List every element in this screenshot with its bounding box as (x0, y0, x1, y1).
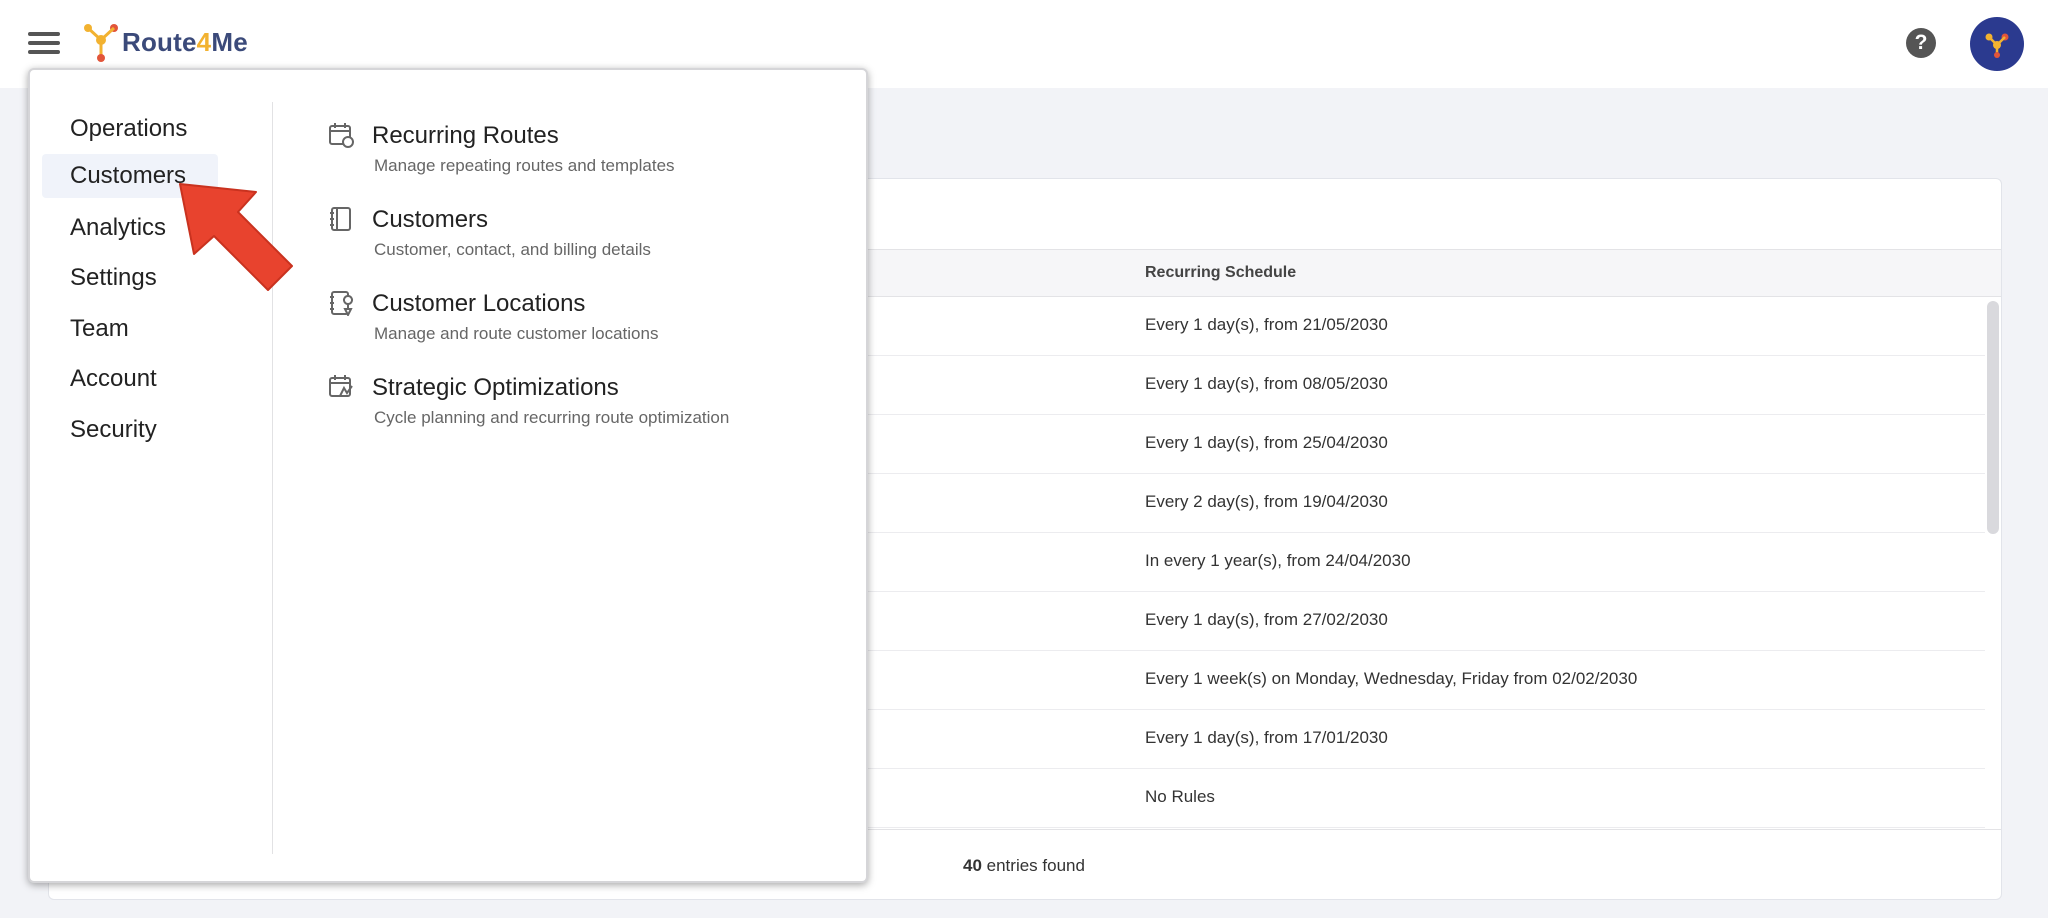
column-header-recurring-schedule[interactable]: Recurring Schedule (1145, 264, 1296, 282)
menu-item-customer-locations[interactable]: Customer Locations Manage and route cust… (328, 284, 848, 354)
menu-item-strategic-optimizations[interactable]: Strategic Optimizations Cycle planning a… (328, 368, 848, 438)
calendar-optimization-icon (329, 375, 353, 397)
help-icon[interactable]: ? (1906, 28, 1936, 58)
schedule-cell: No Rules (1145, 787, 1215, 806)
schedule-cell: Every 1 day(s), from 27/02/2030 (1145, 610, 1388, 629)
nav-item-operations[interactable]: Operations (42, 107, 218, 151)
logo-text: Route4Me (122, 26, 248, 57)
address-book-location-icon (330, 291, 353, 316)
route4me-logo[interactable]: Route4Me (82, 20, 248, 64)
red-pointer-arrow-icon (179, 183, 293, 291)
nav-item-team[interactable]: Team (42, 307, 218, 351)
table-scrollbar[interactable] (1987, 301, 1999, 534)
menu-item-description: Customer, contact, and billing details (374, 240, 651, 259)
route4me-avatar-icon (1985, 33, 2009, 58)
menu-item-customers[interactable]: Customers Customer, contact, and billing… (328, 200, 848, 270)
schedule-cell: Every 1 day(s), from 08/05/2030 (1145, 374, 1388, 393)
menu-item-title: Customer Locations (372, 290, 586, 317)
calendar-recurring-icon (329, 123, 354, 148)
address-book-icon (330, 207, 351, 231)
schedule-cell: Every 1 day(s), from 21/05/2030 (1145, 315, 1388, 334)
nav-item-account[interactable]: Account (42, 357, 218, 401)
schedule-cell: Every 1 day(s), from 17/01/2030 (1145, 728, 1388, 747)
menu-item-title: Recurring Routes (372, 122, 559, 149)
schedule-cell: Every 1 week(s) on Monday, Wednesday, Fr… (1145, 669, 1638, 688)
menu-item-recurring-routes[interactable]: Recurring Routes Manage repeating routes… (328, 116, 848, 186)
hamburger-icon[interactable] (28, 30, 62, 56)
menu-item-title: Customers (372, 206, 489, 233)
avatar[interactable] (1970, 17, 2024, 71)
entries-found-count: 40 entries found (963, 856, 1085, 875)
schedule-cell: In every 1 year(s), from 24/04/2030 (1145, 551, 1411, 570)
menu-item-description: Manage and route customer locations (374, 324, 659, 343)
main-navigation-menu: Operations Customers Analytics Settings … (28, 68, 868, 883)
menu-item-description: Cycle planning and recurring route optim… (374, 408, 730, 427)
schedule-cell: Every 1 day(s), from 25/04/2030 (1145, 433, 1388, 452)
menu-item-description: Manage repeating routes and templates (374, 156, 675, 175)
menu-item-title: Strategic Optimizations (372, 374, 619, 401)
schedule-cell: Every 2 day(s), from 19/04/2030 (1145, 492, 1388, 511)
nav-item-security[interactable]: Security (42, 408, 218, 452)
route4me-logo-icon (84, 24, 118, 62)
